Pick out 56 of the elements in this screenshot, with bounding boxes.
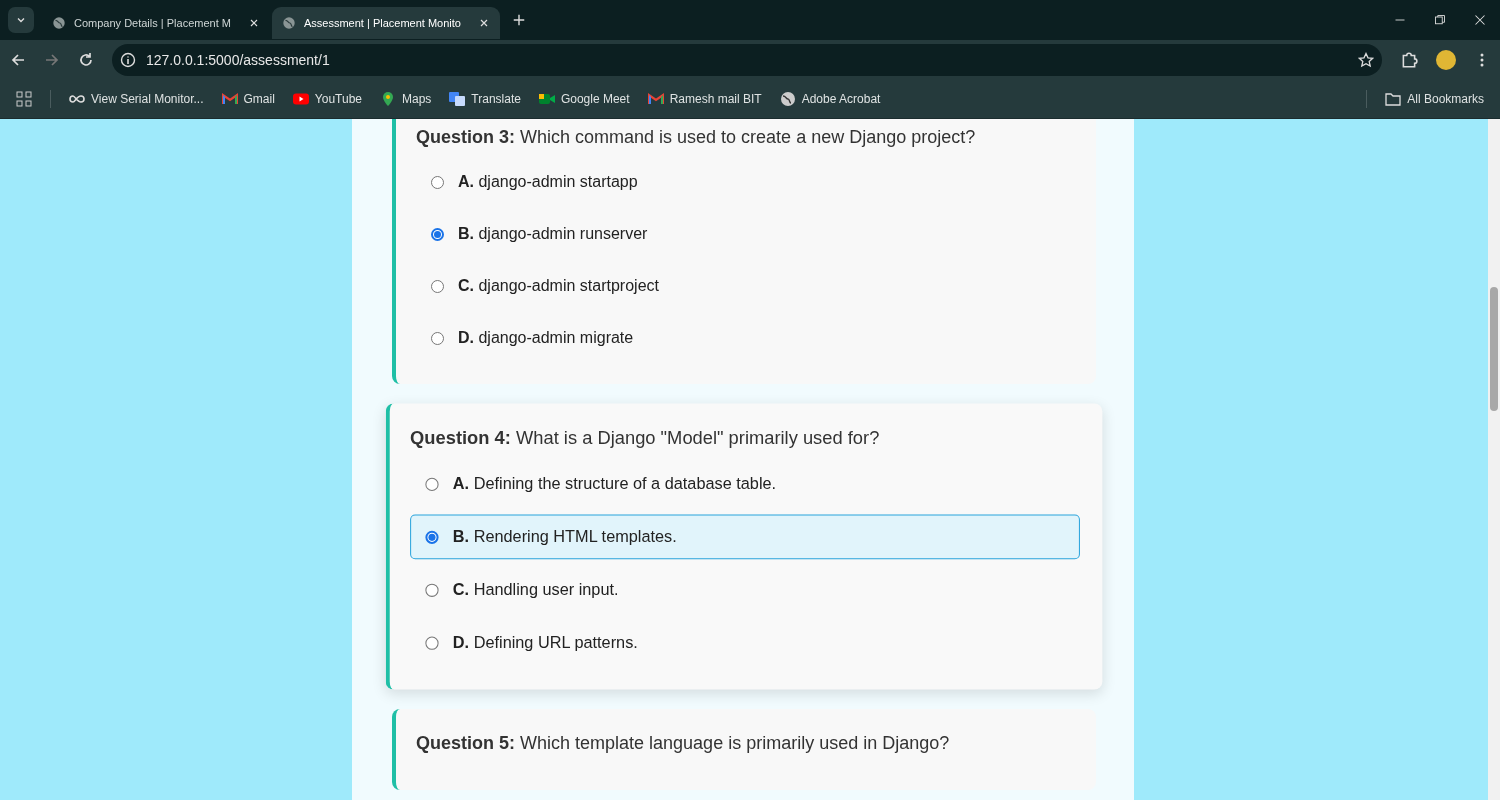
- radio-button[interactable]: [431, 331, 444, 345]
- avatar[interactable]: [1436, 50, 1456, 70]
- close-icon: [478, 17, 490, 29]
- question-text: Question 5: Which template language is primarily used in Django?: [416, 733, 951, 754]
- answer-option[interactable]: B. Rendering HTML templates.: [410, 514, 1080, 560]
- radio-button[interactable]: [425, 583, 439, 597]
- bookmark[interactable]: View Serial Monitor...: [69, 91, 204, 107]
- bookmark[interactable]: Translate: [449, 91, 521, 107]
- translate-icon: [449, 91, 466, 107]
- bookmark[interactable]: Gmail: [221, 91, 275, 107]
- answer-option[interactable]: C. django-admin startproject: [416, 264, 1074, 308]
- bookmark[interactable]: Google Meet: [538, 91, 630, 107]
- bookmark[interactable]: Adobe Acrobat: [779, 91, 881, 107]
- address-bar[interactable]: 127.0.0.1:5000/assessment/1: [112, 44, 1382, 76]
- answer-option[interactable]: B. django-admin runserver: [416, 212, 1074, 256]
- close-icon: [248, 17, 260, 29]
- map-pin-icon: [380, 91, 396, 107]
- globe-icon: [52, 16, 66, 30]
- answer-option[interactable]: A. django-admin startapp: [416, 160, 1074, 204]
- scrollbar[interactable]: [1488, 119, 1500, 800]
- browser-tab[interactable]: Assessment | Placement Monito: [272, 7, 500, 39]
- apps-grid-icon: [16, 91, 32, 107]
- restore-icon: [1434, 14, 1446, 26]
- all-bookmarks[interactable]: All Bookmarks: [1385, 91, 1484, 107]
- bookmark[interactable]: Ramesh mail BIT: [647, 91, 762, 107]
- browser-tab[interactable]: Company Details | Placement M: [42, 7, 270, 39]
- back-arrow-icon: [10, 52, 26, 68]
- reload-icon: [78, 52, 94, 68]
- radio-button[interactable]: [425, 477, 439, 491]
- radio-button[interactable]: [425, 530, 439, 544]
- forward-arrow-icon: [44, 52, 60, 68]
- radio-button[interactable]: [431, 227, 444, 241]
- mail-icon: [647, 91, 664, 107]
- question-text: Question 3: Which command is used to create a new Django project?: [416, 127, 977, 148]
- bookmark[interactable]: Maps: [380, 91, 432, 107]
- info-icon: [120, 52, 136, 68]
- puzzle-icon: [1400, 51, 1418, 69]
- globe-icon: [779, 91, 796, 107]
- tab-search-button[interactable]: [8, 7, 34, 33]
- play-icon: [292, 91, 309, 107]
- answer-option[interactable]: D. Defining URL patterns.: [410, 620, 1080, 666]
- radio-button[interactable]: [431, 175, 444, 189]
- globe-icon: [282, 16, 296, 30]
- answer-option[interactable]: A. Defining the structure of a database table.: [410, 461, 1080, 507]
- close-icon: [1474, 14, 1486, 26]
- answer-option[interactable]: D. django-admin migrate: [416, 316, 1074, 360]
- question-text: Question 4: What is a Django "Model" primarily used for?: [410, 427, 881, 450]
- plus-icon: [512, 13, 526, 27]
- radio-button[interactable]: [425, 636, 439, 650]
- bookmark[interactable]: YouTube: [292, 91, 362, 107]
- answer-option[interactable]: C. Handling user input.: [410, 567, 1080, 613]
- radio-button[interactable]: [431, 279, 444, 293]
- star-icon: [1358, 52, 1374, 68]
- video-camera-icon: [538, 91, 555, 107]
- mail-icon: [221, 91, 238, 107]
- folder-icon: [1385, 91, 1402, 107]
